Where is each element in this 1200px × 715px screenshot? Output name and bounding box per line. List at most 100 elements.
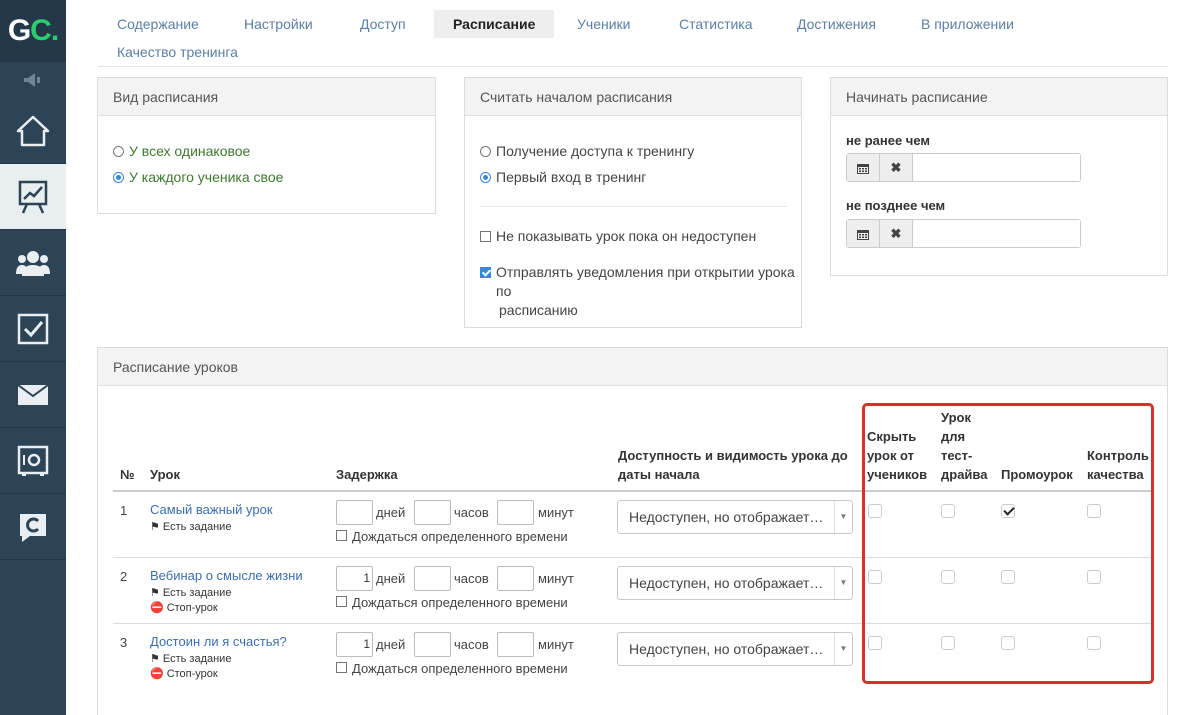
- calendar-icon: [857, 229, 869, 240]
- col-lesson: Урок: [150, 467, 180, 482]
- safe-icon: [17, 445, 49, 476]
- not-before-input[interactable]: [913, 154, 1080, 181]
- tab-content[interactable]: Содержание: [98, 10, 218, 38]
- mail-icon: [17, 383, 49, 405]
- stop-icon: ⛔: [150, 602, 164, 614]
- task-label: Есть задание: [162, 586, 232, 599]
- start-option-access[interactable]: Получение доступа к тренингу: [480, 142, 694, 161]
- notify-label: Отправлять уведомления при открытии урок…: [496, 263, 801, 320]
- stop-label: Стоп-урок: [166, 667, 218, 680]
- calendar-icon: [857, 163, 869, 174]
- delay-hours-input[interactable]: [414, 500, 451, 525]
- delay-days-input[interactable]: [336, 500, 373, 525]
- stop-badge: ⛔ Стоп-урок: [150, 601, 218, 615]
- hours-unit: часов: [454, 505, 489, 520]
- view-radio-each[interactable]: [113, 172, 124, 183]
- delay-days-input[interactable]: 1: [336, 632, 373, 657]
- not-before-calendar-button[interactable]: [847, 154, 880, 181]
- notify-label-line1: Отправлять уведомления при открытии урок…: [496, 264, 795, 299]
- availability-select[interactable]: Недоступен, но отображает… ▼: [617, 566, 853, 600]
- start-divider: [480, 206, 787, 207]
- availability-value: Недоступен, но отображает…: [629, 509, 824, 525]
- wait-checkbox[interactable]: [336, 596, 347, 607]
- tab-schedule[interactable]: Расписание: [434, 10, 555, 38]
- view-radio-same[interactable]: [113, 146, 124, 157]
- wait-option[interactable]: Дождаться определенного времени: [336, 527, 568, 546]
- stop-badge: ⛔ Стоп-урок: [150, 667, 218, 681]
- wait-label: Дождаться определенного времени: [352, 661, 568, 676]
- tab-in-app[interactable]: В приложении: [902, 10, 1033, 38]
- wait-checkbox[interactable]: [336, 530, 347, 541]
- sidebar-training[interactable]: [0, 164, 66, 230]
- tab-quality[interactable]: Качество тренинга: [98, 38, 257, 66]
- delay-minutes-input[interactable]: [497, 566, 534, 591]
- notify-option[interactable]: Отправлять уведомления при открытии урок…: [480, 263, 801, 320]
- not-before-clear-button[interactable]: ✖: [880, 154, 913, 181]
- tab-achievements[interactable]: Достижения: [778, 10, 895, 38]
- begin-panel: Начинать расписание не ранее чем ✖ не по…: [830, 77, 1168, 276]
- sidebar-speaker[interactable]: [0, 62, 66, 98]
- delay-minutes-input[interactable]: [497, 632, 534, 657]
- delay-hours-input[interactable]: [414, 566, 451, 591]
- sidebar-home[interactable]: [0, 98, 66, 164]
- not-after-input[interactable]: [913, 220, 1080, 247]
- minutes-unit: минут: [538, 505, 574, 520]
- view-option-each[interactable]: У каждого ученика свое: [113, 168, 283, 187]
- tab-students[interactable]: Ученики: [558, 10, 649, 38]
- delay-minutes-input[interactable]: [497, 500, 534, 525]
- not-after-clear-button[interactable]: ✖: [880, 220, 913, 247]
- chart-icon: [18, 180, 48, 214]
- chat-icon: [20, 513, 46, 542]
- checkbox-icon: [17, 313, 49, 344]
- start-option-first-login[interactable]: Первый вход в тренинг: [480, 168, 646, 187]
- wait-option[interactable]: Дождаться определенного времени: [336, 659, 568, 678]
- availability-select[interactable]: Недоступен, но отображает… ▼: [617, 632, 853, 666]
- task-label: Есть задание: [162, 520, 232, 533]
- wait-option[interactable]: Дождаться определенного времени: [336, 593, 568, 612]
- hide-unavailable-checkbox[interactable]: [480, 231, 491, 242]
- tab-statistics[interactable]: Статистика: [660, 10, 772, 38]
- logo-g: G: [7, 14, 31, 47]
- tab-access[interactable]: Доступ: [341, 10, 425, 38]
- sidebar-mail[interactable]: [0, 362, 66, 428]
- delay-days-input[interactable]: 1: [336, 566, 373, 591]
- lesson-link[interactable]: Достоин ли я счастья?: [150, 634, 287, 649]
- sidebar-safe[interactable]: [0, 428, 66, 494]
- sidebar: GC.: [0, 0, 66, 715]
- start-radio-access[interactable]: [480, 146, 491, 157]
- sidebar-tasks[interactable]: [0, 296, 66, 362]
- start-radio-first-login[interactable]: [480, 172, 491, 183]
- wait-checkbox[interactable]: [336, 662, 347, 673]
- notify-label-line2: расписанию: [499, 302, 578, 318]
- col-delay: Задержка: [336, 467, 398, 482]
- delay-hours-input[interactable]: [414, 632, 451, 657]
- lesson-link[interactable]: Вебинар о смысле жизни: [150, 568, 303, 583]
- days-unit: дней: [376, 571, 406, 586]
- not-after-calendar-button[interactable]: [847, 220, 880, 247]
- view-option-same[interactable]: У всех одинаковое: [113, 142, 250, 161]
- stop-icon: ⛔: [150, 668, 164, 680]
- days-unit: дней: [376, 637, 406, 652]
- hide-unavailable-option[interactable]: Не показывать урок пока он недоступен: [480, 227, 756, 246]
- logo[interactable]: GC.: [0, 0, 66, 62]
- row-num: 3: [120, 635, 128, 650]
- close-icon: ✖: [890, 225, 902, 241]
- view-panel-title: Вид расписания: [98, 78, 435, 116]
- start-option-access-label: Получение доступа к тренингу: [496, 143, 695, 159]
- notify-checkbox[interactable]: [480, 267, 491, 278]
- view-option-same-label: У всех одинаковое: [129, 143, 251, 159]
- lesson-link[interactable]: Самый важный урок: [150, 502, 273, 517]
- chevron-down-icon: ▼: [834, 501, 852, 533]
- availability-select[interactable]: Недоступен, но отображает… ▼: [617, 500, 853, 534]
- not-before-label: не ранее чем: [846, 133, 931, 148]
- sidebar-users[interactable]: [0, 230, 66, 296]
- home-icon: [16, 115, 50, 146]
- flag-icon: ⚑: [150, 521, 160, 533]
- view-panel: Вид расписания У всех одинаковое У каждо…: [97, 77, 436, 214]
- tab-settings[interactable]: Настройки: [225, 10, 332, 38]
- start-panel-title: Считать началом расписания: [465, 78, 801, 116]
- sidebar-chat[interactable]: [0, 494, 66, 560]
- chevron-down-icon: ▼: [834, 633, 852, 665]
- chevron-down-icon: ▼: [834, 567, 852, 599]
- begin-panel-title: Начинать расписание: [831, 78, 1167, 116]
